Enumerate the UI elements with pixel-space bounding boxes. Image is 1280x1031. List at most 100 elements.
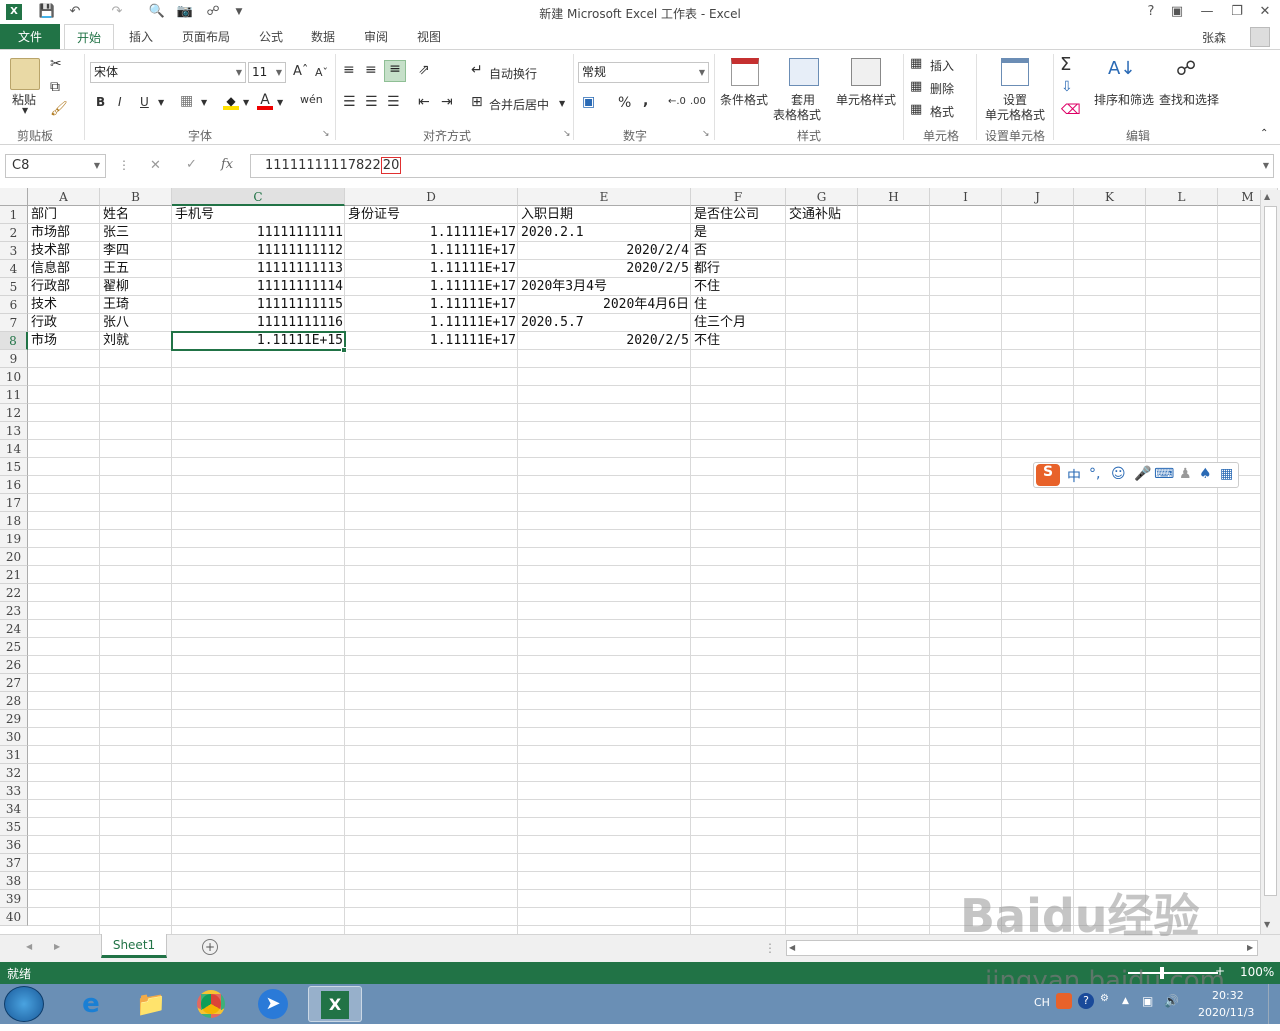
sort-filter-icon[interactable]: A↓ bbox=[1108, 58, 1135, 79]
tab-review[interactable]: 审阅 bbox=[355, 24, 397, 50]
row-header-33[interactable]: 33 bbox=[0, 782, 28, 800]
cell-a3[interactable]: 技术部 bbox=[31, 242, 70, 260]
cell-f6[interactable]: 住 bbox=[694, 296, 707, 314]
cell-b3[interactable]: 李四 bbox=[103, 242, 129, 260]
feishu-taskbar-icon[interactable]: ➤ bbox=[246, 986, 300, 1022]
network-icon[interactable]: ▣ bbox=[1142, 994, 1153, 1008]
cell-e4[interactable]: 2020/2/5 bbox=[519, 260, 689, 278]
shrink-font-icon[interactable]: Aˇ bbox=[315, 66, 328, 79]
row-header-30[interactable]: 30 bbox=[0, 728, 28, 746]
increase-indent-icon[interactable]: ⇥ bbox=[441, 94, 453, 110]
merge-arrow-icon[interactable]: ▼ bbox=[559, 99, 565, 108]
merge-center-button[interactable]: 合并后居中 bbox=[489, 96, 549, 113]
toolbox-icon[interactable]: ▦ bbox=[1220, 466, 1233, 482]
row-header-20[interactable]: 20 bbox=[0, 548, 28, 566]
row-header-18[interactable]: 18 bbox=[0, 512, 28, 530]
row-header-5[interactable]: 5 bbox=[0, 278, 28, 296]
font-launcher-icon[interactable]: ↘ bbox=[322, 129, 330, 139]
cell-c5[interactable]: 11111111114 bbox=[173, 278, 343, 296]
align-middle-icon[interactable]: ≡ bbox=[365, 62, 377, 78]
help-tray-icon[interactable]: ? bbox=[1078, 993, 1094, 1009]
cell-b7[interactable]: 张八 bbox=[103, 314, 129, 332]
cell-f7[interactable]: 住三个月 bbox=[694, 314, 746, 332]
cancel-entry-icon[interactable]: ✕ bbox=[150, 158, 161, 173]
row-header-40[interactable]: 40 bbox=[0, 908, 28, 926]
chrome-taskbar-icon[interactable] bbox=[184, 986, 238, 1022]
user-name[interactable]: 张森 bbox=[1202, 29, 1226, 46]
cell-b2[interactable]: 张三 bbox=[103, 224, 129, 242]
row-header-8[interactable]: 8 bbox=[0, 332, 28, 350]
set-format-button-line2[interactable]: 单元格格式 bbox=[985, 106, 1045, 123]
cell-d8[interactable]: 1.11111E+17 bbox=[346, 332, 516, 350]
row-header-21[interactable]: 21 bbox=[0, 566, 28, 584]
cell-c1[interactable]: 手机号 bbox=[175, 206, 214, 224]
row-header-3[interactable]: 3 bbox=[0, 242, 28, 260]
confirm-entry-icon[interactable]: ✓ bbox=[186, 157, 197, 172]
align-left-icon[interactable]: ☰ bbox=[343, 94, 356, 110]
orientation-icon[interactable]: ⇗ bbox=[418, 62, 430, 78]
column-header-l[interactable]: L bbox=[1146, 188, 1218, 206]
row-header-1[interactable]: 1 bbox=[0, 206, 28, 224]
user-avatar[interactable] bbox=[1250, 27, 1270, 47]
number-format-select[interactable]: 常规 ▼ bbox=[578, 62, 709, 83]
column-header-d[interactable]: D bbox=[345, 188, 518, 206]
help-icon[interactable]: ? bbox=[1140, 3, 1162, 21]
clear-icon[interactable]: ⌫ bbox=[1061, 102, 1081, 118]
cell-c2[interactable]: 11111111111 bbox=[173, 224, 343, 242]
cell-e5[interactable]: 2020年3月4号 bbox=[521, 278, 607, 296]
font-color-arrow-icon[interactable]: ▼ bbox=[277, 98, 283, 107]
formula-options-icon[interactable]: ⋮ bbox=[118, 158, 130, 172]
cell-a7[interactable]: 行政 bbox=[31, 314, 57, 332]
column-header-a[interactable]: A bbox=[28, 188, 100, 206]
phonetic-icon[interactable]: wén bbox=[300, 93, 323, 106]
tab-page-layout[interactable]: 页面布局 bbox=[174, 24, 238, 50]
row-header-2[interactable]: 2 bbox=[0, 224, 28, 242]
row-header-37[interactable]: 37 bbox=[0, 854, 28, 872]
skin-icon[interactable]: ♠ bbox=[1199, 466, 1212, 482]
cell-d6[interactable]: 1.11111E+17 bbox=[346, 296, 516, 314]
delete-cells-icon[interactable]: ▦ bbox=[910, 79, 922, 94]
row-header-27[interactable]: 27 bbox=[0, 674, 28, 692]
row-header-7[interactable]: 7 bbox=[0, 314, 28, 332]
cell-a1[interactable]: 部门 bbox=[31, 206, 57, 224]
column-header-i[interactable]: I bbox=[930, 188, 1002, 206]
keyboard-icon[interactable]: ⌨ bbox=[1154, 466, 1174, 482]
cell-b4[interactable]: 王五 bbox=[103, 260, 129, 278]
tray-options-icon[interactable]: ⚙ bbox=[1100, 993, 1109, 1004]
increase-decimal-icon[interactable]: ←.0 bbox=[668, 96, 686, 107]
row-header-6[interactable]: 6 bbox=[0, 296, 28, 314]
cell-d5[interactable]: 1.11111E+17 bbox=[346, 278, 516, 296]
explorer-taskbar-icon[interactable]: 📁 bbox=[124, 986, 178, 1022]
ime-toolbar[interactable]: S 中 °, ☺ 🎤 ⌨ ♟ ♠ ▦ bbox=[1033, 462, 1239, 488]
ime-mode-label[interactable]: 中 bbox=[1067, 466, 1081, 486]
column-header-g[interactable]: G bbox=[786, 188, 858, 206]
sort-filter-button[interactable]: 排序和筛选 bbox=[1094, 91, 1154, 108]
row-header-13[interactable]: 13 bbox=[0, 422, 28, 440]
column-header-h[interactable]: H bbox=[858, 188, 930, 206]
align-top-icon[interactable]: ≡ bbox=[343, 62, 355, 78]
cell-f1[interactable]: 是否住公司 bbox=[694, 206, 759, 224]
ie-taskbar-icon[interactable]: e bbox=[64, 986, 118, 1022]
row-header-34[interactable]: 34 bbox=[0, 800, 28, 818]
row-header-14[interactable]: 14 bbox=[0, 440, 28, 458]
lang-indicator[interactable]: CH bbox=[1034, 996, 1050, 1009]
cell-styles-icon[interactable] bbox=[851, 58, 881, 86]
cell-a4[interactable]: 信息部 bbox=[31, 260, 70, 278]
cell-e6[interactable]: 2020年4月6日 bbox=[519, 296, 689, 314]
column-header-f[interactable]: F bbox=[691, 188, 786, 206]
row-header-25[interactable]: 25 bbox=[0, 638, 28, 656]
column-header-b[interactable]: B bbox=[100, 188, 172, 206]
next-sheet-icon[interactable]: ▶ bbox=[54, 942, 60, 951]
conditional-format-button[interactable]: 条件格式 bbox=[720, 91, 768, 108]
close-button[interactable]: ✕ bbox=[1254, 3, 1276, 21]
fill-arrow-icon[interactable]: ▼ bbox=[243, 98, 249, 107]
bold-button[interactable]: B bbox=[96, 95, 105, 109]
merge-center-icon[interactable]: ⊞ bbox=[471, 94, 483, 110]
row-header-38[interactable]: 38 bbox=[0, 872, 28, 890]
font-size-select[interactable]: 11 ▼ bbox=[248, 62, 286, 83]
alignment-launcher-icon[interactable]: ↘ bbox=[563, 129, 571, 139]
align-bottom-icon[interactable]: ≡ bbox=[384, 60, 406, 82]
clock-date[interactable]: 2020/11/3 bbox=[1198, 1006, 1254, 1019]
cell-c7[interactable]: 11111111116 bbox=[173, 314, 343, 332]
cut-icon[interactable]: ✂ bbox=[50, 56, 62, 72]
